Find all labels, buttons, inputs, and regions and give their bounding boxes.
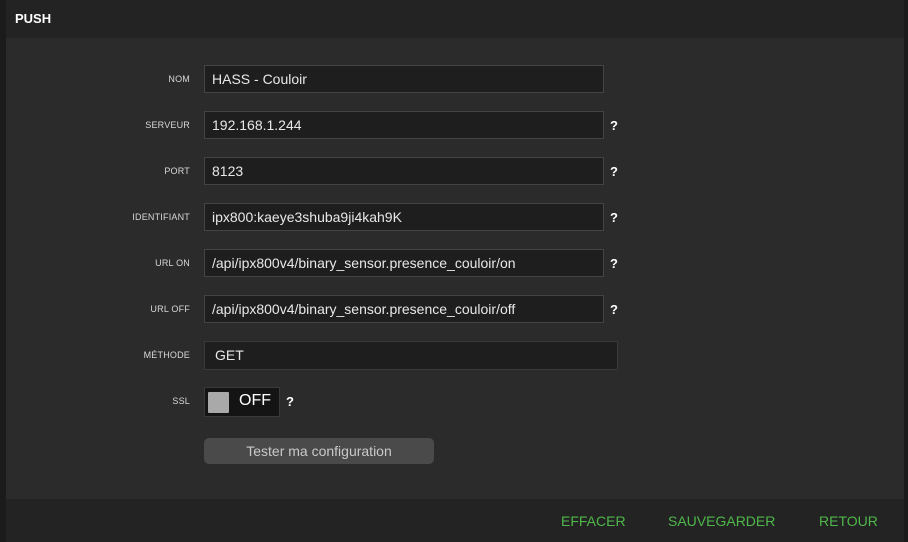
serveur-help-icon[interactable]: ? — [610, 118, 618, 133]
sauvegarder-button[interactable]: SAUVEGARDER — [668, 513, 775, 529]
port-help-icon[interactable]: ? — [610, 164, 618, 179]
url-off-input[interactable]: /api/ipx800v4/binary_sensor.presence_cou… — [204, 295, 604, 323]
push-panel: PUSH NOM HASS - Couloir SERVEUR 192.168.… — [6, 0, 904, 542]
retour-button[interactable]: RETOUR — [819, 513, 878, 529]
url-on-input[interactable]: /api/ipx800v4/binary_sensor.presence_cou… — [204, 249, 604, 277]
nom-input[interactable]: HASS - Couloir — [204, 65, 604, 93]
methode-select[interactable]: GET — [204, 341, 618, 370]
serveur-label: SERVEUR — [145, 120, 190, 130]
url-on-label: URL ON — [155, 258, 190, 268]
identifiant-label: IDENTIFIANT — [132, 212, 190, 222]
identifiant-help-icon[interactable]: ? — [610, 210, 618, 225]
ssl-help-icon[interactable]: ? — [286, 394, 294, 409]
url-off-help-icon[interactable]: ? — [610, 302, 618, 317]
url-off-label: URL OFF — [150, 304, 190, 314]
methode-label: MÉTHODE — [143, 350, 190, 360]
ssl-label: SSL — [172, 396, 190, 406]
port-label: PORT — [164, 166, 190, 176]
test-configuration-button[interactable]: Tester ma configuration — [204, 438, 434, 464]
serveur-input[interactable]: 192.168.1.244 — [204, 111, 604, 139]
panel-header: PUSH — [6, 0, 904, 38]
ssl-toggle-state: OFF — [239, 392, 271, 409]
effacer-button[interactable]: EFFACER — [561, 513, 626, 529]
port-input[interactable]: 8123 — [204, 157, 604, 185]
nom-label: NOM — [168, 74, 190, 84]
identifiant-input[interactable]: ipx800:kaeye3shuba9ji4kah9K — [204, 203, 604, 231]
panel-footer: EFFACER SAUVEGARDER RETOUR — [6, 499, 904, 542]
url-on-help-icon[interactable]: ? — [610, 256, 618, 271]
toggle-knob — [208, 392, 229, 413]
panel-title: PUSH — [15, 11, 52, 26]
ssl-toggle[interactable]: OFF — [204, 387, 280, 417]
